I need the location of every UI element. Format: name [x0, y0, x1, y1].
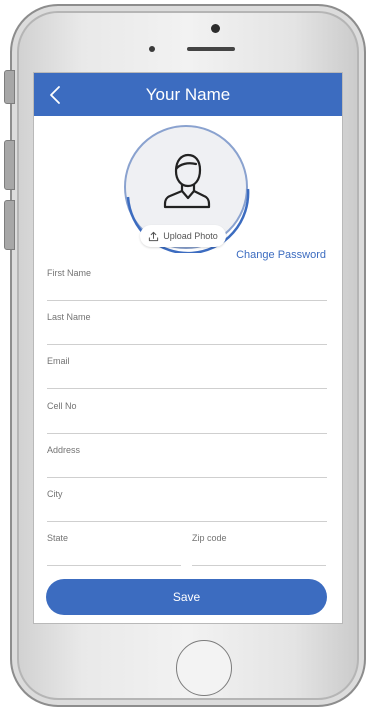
- save-button[interactable]: Save: [46, 579, 327, 615]
- first-name-input[interactable]: [47, 282, 327, 301]
- address-input[interactable]: [47, 459, 327, 478]
- first-name-field: First Name: [47, 268, 327, 301]
- last-name-input[interactable]: [47, 326, 327, 345]
- upload-icon: [149, 231, 159, 241]
- first-name-label: First Name: [47, 268, 92, 278]
- state-label: State: [47, 533, 69, 543]
- address-label: Address: [47, 445, 81, 455]
- last-name-field: Last Name: [47, 312, 327, 345]
- zip-label: Zip code: [192, 533, 227, 543]
- person-icon: [163, 153, 211, 209]
- app-bar: Your Name: [34, 73, 342, 116]
- email-input[interactable]: [47, 370, 327, 389]
- home-button[interactable]: [176, 640, 232, 696]
- upload-photo-label: Upload Photo: [163, 231, 218, 241]
- volume-down-button: [4, 200, 15, 250]
- change-password-link[interactable]: Change Password: [236, 249, 326, 261]
- last-name-label: Last Name: [47, 312, 91, 322]
- state-field: State: [47, 533, 181, 566]
- cell-input[interactable]: [47, 415, 327, 434]
- state-input[interactable]: [47, 547, 181, 566]
- zip-field: Zip code: [192, 533, 326, 566]
- city-label: City: [47, 489, 63, 499]
- cell-field: Cell No: [47, 401, 327, 434]
- app-screen: Your Name Upload Photo Change Password F…: [33, 72, 343, 624]
- front-camera: [149, 46, 155, 52]
- zip-input[interactable]: [192, 547, 326, 566]
- city-input[interactable]: [47, 503, 327, 522]
- email-label: Email: [47, 356, 70, 366]
- earpiece-speaker: [187, 47, 235, 51]
- page-title: Your Name: [145, 85, 231, 104]
- volume-up-button: [4, 140, 15, 190]
- top-sensor-dot: [211, 24, 220, 33]
- mute-switch: [4, 70, 15, 104]
- cell-label: Cell No: [47, 401, 77, 411]
- upload-photo-button[interactable]: Upload Photo: [140, 225, 226, 247]
- email-field: Email: [47, 356, 327, 389]
- address-field: Address: [47, 445, 327, 478]
- city-field: City: [47, 489, 327, 522]
